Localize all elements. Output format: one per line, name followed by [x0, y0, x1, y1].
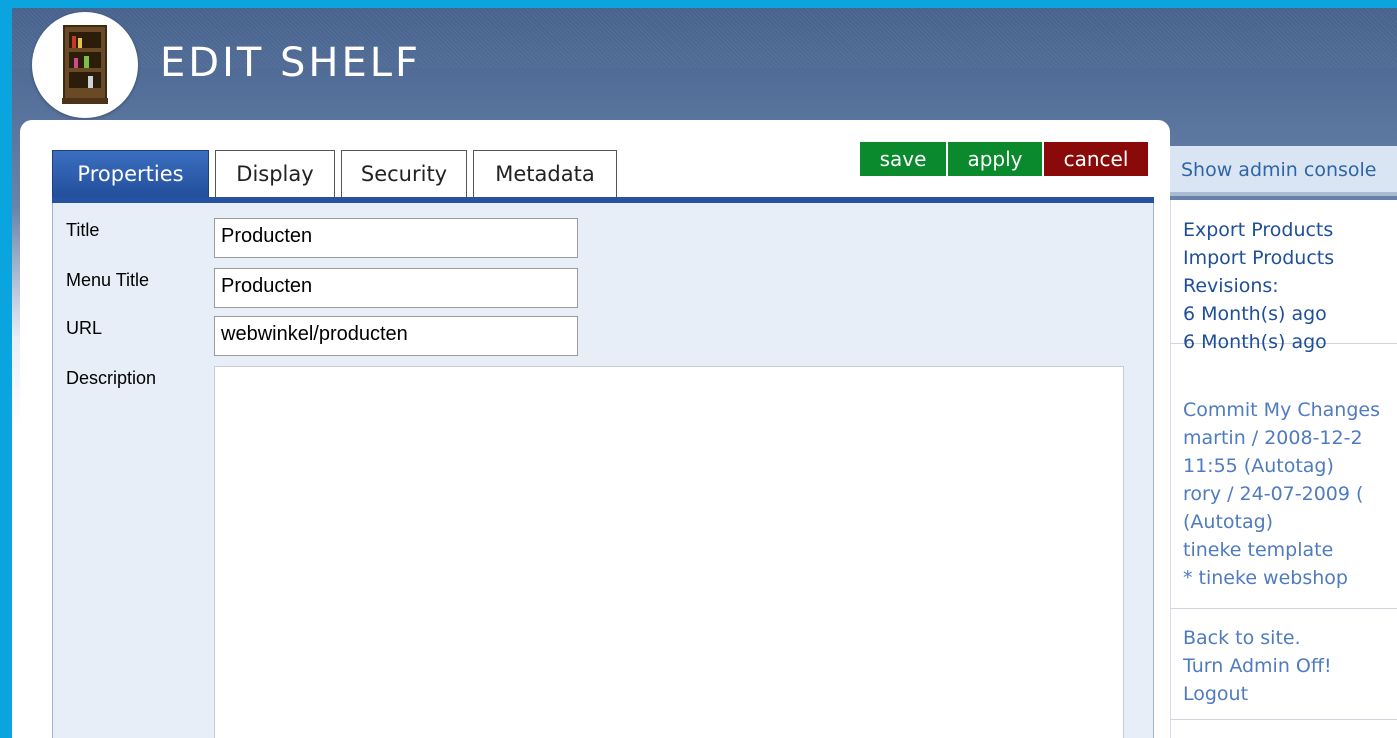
logout-link[interactable]: Logout — [1171, 680, 1397, 708]
logo — [32, 12, 138, 118]
revision-link[interactable]: 6 Month(s) ago — [1171, 300, 1397, 328]
cancel-button[interactable]: cancel — [1043, 141, 1149, 177]
url-label: URL — [66, 318, 103, 338]
back-to-site-link[interactable]: Back to site. — [1171, 624, 1397, 652]
tab-display[interactable]: Display — [215, 150, 335, 197]
save-button[interactable]: save — [859, 141, 947, 177]
sidebar-section-commits: Commit My Changes martin / 2008-12-2 11:… — [1171, 390, 1397, 609]
description-field[interactable] — [214, 366, 1124, 738]
tab-metadata[interactable]: Metadata — [473, 150, 617, 197]
title-field[interactable]: Producten — [214, 218, 578, 258]
tab-label: Display — [236, 162, 314, 186]
commit-entry[interactable]: rory / 24-07-2009 ( — [1171, 480, 1397, 508]
sidebar-section-products: Export Products Import Products Revision… — [1171, 216, 1397, 353]
tab-label: Security — [360, 162, 448, 186]
commit-changes-link[interactable]: Commit My Changes — [1171, 396, 1397, 424]
sidebar-section-account: Back to site. Turn Admin Off! Logout — [1171, 620, 1397, 720]
tab-properties[interactable]: Properties — [52, 150, 209, 197]
commit-entry: 11:55 (Autotag) — [1183, 455, 1334, 477]
tab-security[interactable]: Security — [341, 150, 467, 197]
admin-sidebar: Show admin console Export Products Impor… — [1170, 146, 1397, 738]
tab-label: Metadata — [495, 162, 595, 186]
description-label: Description — [66, 368, 157, 388]
tag-entry[interactable]: * tineke webshop — [1171, 564, 1397, 592]
revision-link[interactable]: 6 Month(s) ago — [1171, 328, 1397, 356]
admin-page: EDIT SHELF Properties Display Security M… — [12, 8, 1397, 738]
page-title: EDIT SHELF — [160, 40, 422, 86]
bookshelf-icon — [62, 25, 108, 104]
title-label: Title — [66, 220, 100, 240]
apply-button[interactable]: apply — [947, 141, 1043, 177]
commit-entry: (Autotag) — [1183, 511, 1274, 533]
sidebar-body: Export Products Import Products Revision… — [1170, 200, 1397, 738]
tag-entry[interactable]: tineke template — [1171, 536, 1397, 564]
show-admin-console-link[interactable]: Show admin console — [1170, 146, 1397, 196]
revisions-label: Revisions: — [1183, 275, 1279, 297]
menu-title-label: Menu Title — [66, 270, 150, 290]
import-products-link[interactable]: Import Products — [1171, 244, 1397, 272]
menu-title-field[interactable]: Producten — [214, 268, 578, 308]
export-products-link[interactable]: Export Products — [1171, 216, 1397, 244]
url-field[interactable]: webwinkel/producten — [214, 316, 578, 356]
tab-label: Properties — [77, 162, 184, 186]
turn-admin-off-link[interactable]: Turn Admin Off! — [1171, 652, 1397, 680]
commit-entry[interactable]: martin / 2008-12-2 — [1171, 424, 1397, 452]
action-buttons: save apply cancel — [859, 141, 1149, 177]
